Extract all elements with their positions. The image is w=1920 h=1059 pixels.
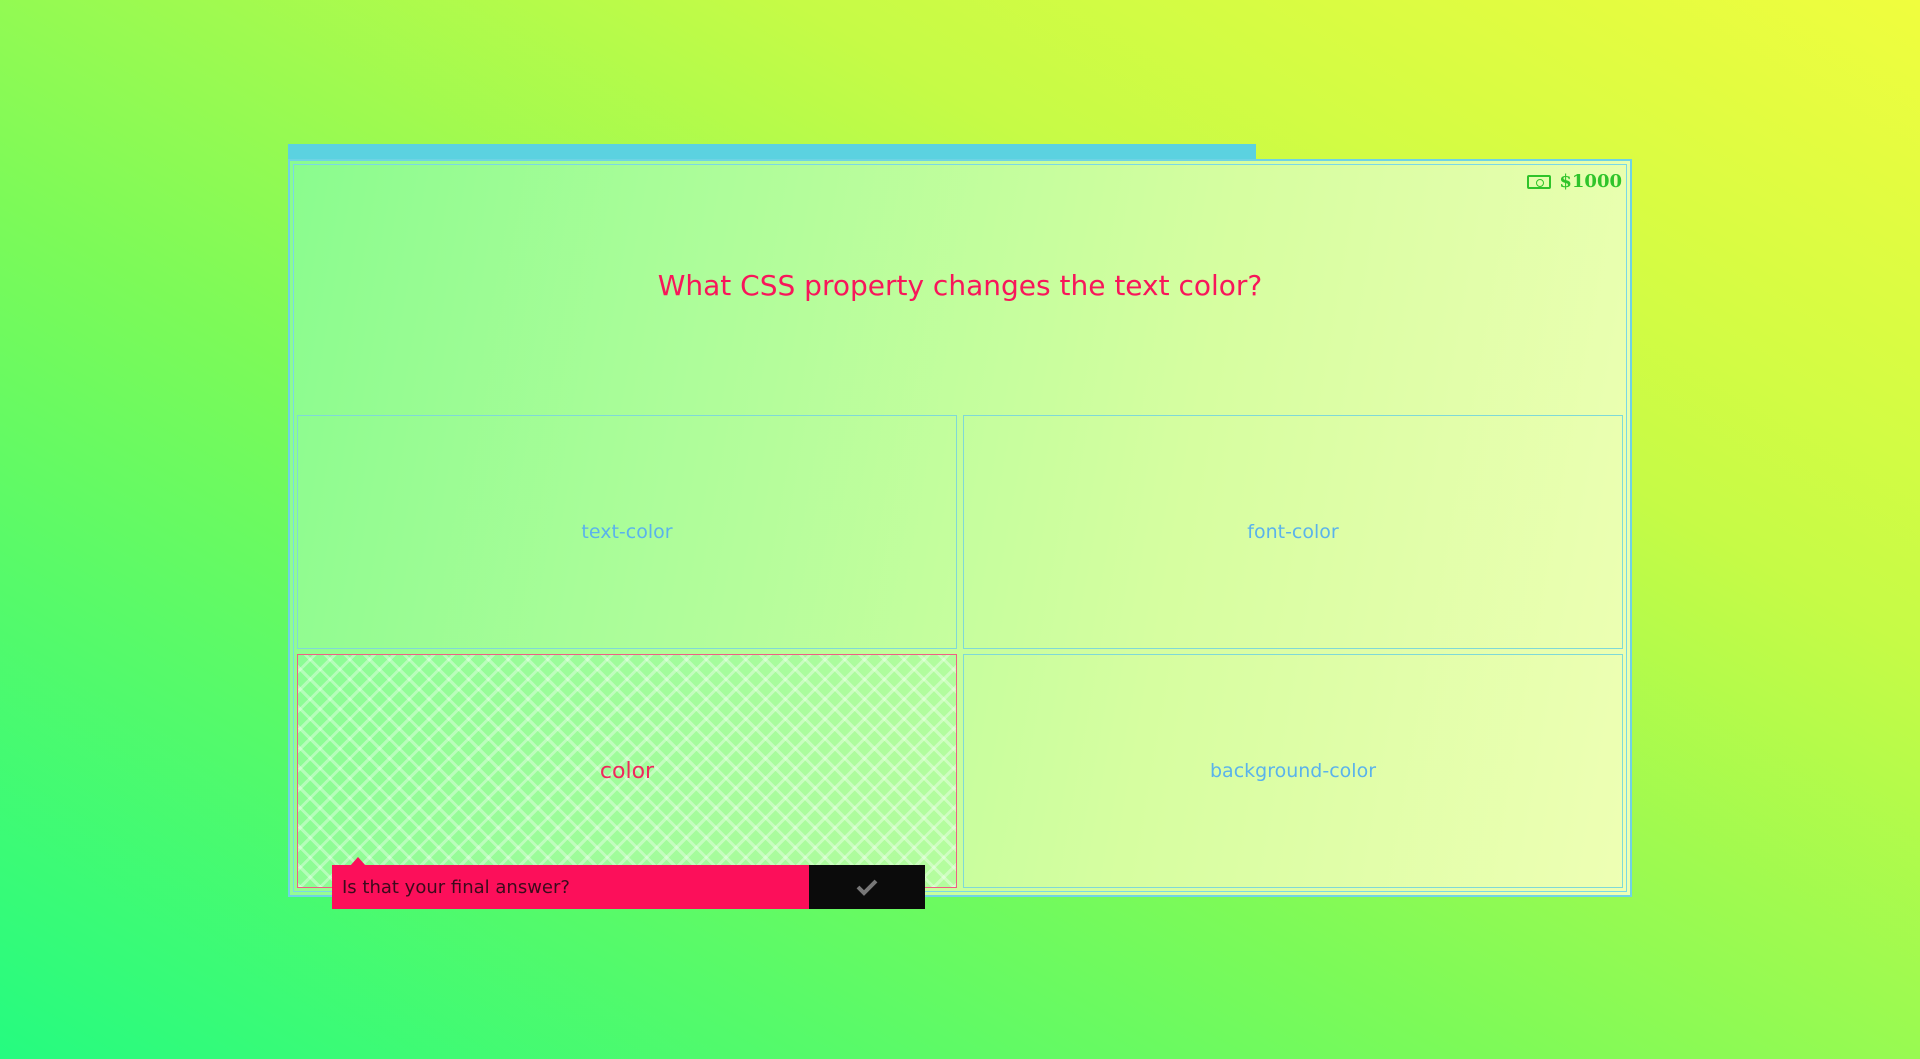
checkmark-icon — [856, 879, 878, 896]
answer-label: font-color — [1247, 521, 1339, 543]
money-icon — [1527, 174, 1552, 189]
prize-display: $1000 — [1527, 171, 1622, 192]
answer-option-4[interactable]: background-color — [963, 654, 1623, 888]
answer-label: background-color — [1209, 760, 1377, 782]
answer-option-2[interactable]: font-color — [963, 415, 1623, 649]
final-answer-prompt: Is that your final answer? — [332, 865, 925, 909]
progress-bar — [288, 144, 1256, 160]
prize-amount: $1000 — [1559, 171, 1622, 192]
answer-option-3-selected[interactable]: color — [297, 654, 957, 888]
question-text: What CSS property changes the text color… — [657, 269, 1263, 302]
answer-label: color — [599, 758, 655, 784]
answer-option-1[interactable]: text-color — [297, 415, 957, 649]
final-answer-text: Is that your final answer? — [332, 865, 809, 909]
answer-label: text-color — [581, 521, 673, 543]
confirm-answer-button[interactable] — [809, 865, 925, 909]
